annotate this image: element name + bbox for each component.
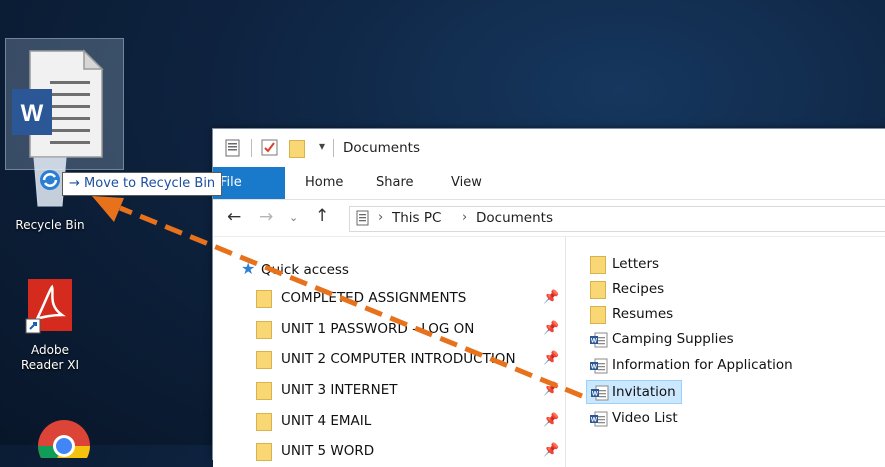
move-arrow-icon: →	[69, 176, 80, 191]
nav-item-unit-4[interactable]: UNIT 4 EMAIL 📌	[253, 409, 563, 435]
pin-icon[interactable]: 📌	[543, 351, 559, 366]
chrome-shortcut[interactable]	[36, 418, 92, 458]
content-pane: Letters Recipes Resumes W Camping Suppli…	[566, 237, 885, 467]
nav-item-unit-1[interactable]: UNIT 1 PASSWORD - LOG ON 📌	[253, 317, 563, 343]
address-row: ← → ⌄ ↑ › This PC › Documents	[213, 200, 885, 237]
tab-file-label: File	[220, 175, 242, 190]
documents-location-icon	[356, 210, 369, 226]
move-to-recycle-bin-tooltip: → Move to Recycle Bin	[62, 172, 223, 196]
pin-icon[interactable]: 📌	[543, 382, 559, 397]
folder-icon	[256, 321, 272, 339]
nav-item-label: UNIT 4 EMAIL	[281, 413, 372, 429]
folder-icon	[256, 382, 272, 400]
tooltip-text: Move to Recycle Bin	[84, 176, 216, 191]
breadcrumb-documents[interactable]: Documents	[476, 210, 553, 226]
tab-home[interactable]: Home	[305, 175, 343, 190]
adobe-label-2: Reader XI	[20, 358, 80, 372]
quick-access-label: Quick access	[261, 262, 349, 278]
folder-icon	[590, 306, 606, 324]
navigation-pane: ★ Quick access COMPLETED ASSIGNMENTS 📌 U…	[213, 237, 566, 467]
title-bar: ▾ Documents	[213, 129, 885, 167]
folder-icon	[256, 443, 272, 461]
svg-text:W: W	[21, 100, 44, 127]
item-label: Video List	[612, 410, 678, 426]
pin-icon[interactable]: 📌	[543, 413, 559, 428]
new-folder-icon[interactable]	[289, 140, 305, 158]
star-icon: ★	[241, 259, 256, 278]
adobe-label-1: Adobe	[31, 343, 69, 357]
adobe-reader-shortcut[interactable]: Adobe Reader XI	[0, 275, 100, 373]
address-bar[interactable]: › This PC › Documents	[349, 206, 885, 232]
recent-locations-icon[interactable]: ⌄	[289, 211, 298, 224]
recycle-bin-label: Recycle Bin	[15, 218, 85, 232]
word-doc-icon: W	[590, 411, 608, 427]
title-separator-2	[333, 139, 334, 157]
word-doc-icon: W	[590, 332, 608, 348]
folder-icon	[256, 290, 272, 308]
checklist-icon[interactable]	[261, 139, 279, 157]
folder-icon	[256, 351, 272, 369]
tab-share[interactable]: Share	[376, 175, 414, 190]
ribbon-tabs: File Home Share View	[213, 167, 885, 200]
item-label: Camping Supplies	[612, 331, 734, 347]
back-icon[interactable]: ←	[227, 207, 241, 227]
quick-access[interactable]: ★ Quick access	[241, 259, 541, 283]
adobe-reader-icon	[25, 279, 72, 334]
file-explorer-window: ▾ Documents File Home Share View ← → ⌄ ↑…	[212, 128, 885, 467]
nav-item-unit-2[interactable]: UNIT 2 COMPUTER INTRODUCTION 📌	[253, 347, 563, 373]
item-label: Recipes	[612, 281, 665, 297]
svg-text:W: W	[591, 364, 598, 371]
item-label: Resumes	[612, 306, 674, 322]
quick-access-dropdown-icon[interactable]: ▾	[319, 139, 325, 153]
pin-icon[interactable]: 📌	[543, 321, 559, 336]
title-separator	[251, 139, 252, 157]
breadcrumb-this-pc[interactable]: This PC	[392, 210, 441, 226]
chrome-icon	[38, 420, 90, 458]
nav-item-label: COMPLETED ASSIGNMENTS	[281, 290, 467, 306]
item-label: Information for Application	[612, 357, 793, 373]
tab-view[interactable]: View	[451, 175, 482, 190]
nav-item-label: UNIT 5 WORD	[281, 443, 375, 459]
nav-item-label: UNIT 2 COMPUTER INTRODUCTION	[281, 351, 516, 367]
breadcrumb-chevron-icon: ›	[378, 210, 384, 225]
nav-item-label: UNIT 3 INTERNET	[281, 382, 398, 398]
up-icon[interactable]: ↑	[315, 206, 329, 226]
nav-item-completed-assignments[interactable]: COMPLETED ASSIGNMENTS 📌	[253, 286, 563, 312]
folder-icon	[590, 256, 606, 274]
word-doc-icon: W	[590, 358, 608, 374]
svg-text:W: W	[591, 338, 598, 345]
word-doc-icon: W	[591, 385, 609, 401]
folder-icon	[256, 413, 272, 431]
properties-icon[interactable]	[225, 139, 241, 157]
breadcrumb-chevron-icon-2: ›	[462, 210, 468, 225]
pin-icon[interactable]: 📌	[543, 290, 559, 305]
folder-icon	[590, 281, 606, 299]
item-label: Letters	[612, 256, 660, 272]
pin-icon[interactable]: 📌	[543, 443, 559, 458]
svg-text:W: W	[592, 391, 599, 398]
tab-file[interactable]: File	[213, 167, 285, 199]
doc-invitation[interactable]: W Invitation	[586, 380, 682, 404]
svg-text:W: W	[591, 417, 598, 424]
forward-icon[interactable]: →	[259, 207, 273, 227]
window-title: Documents	[343, 140, 420, 156]
nav-item-unit-3[interactable]: UNIT 3 INTERNET 📌	[253, 378, 563, 404]
nav-item-unit-5[interactable]: UNIT 5 WORD 📌	[253, 439, 563, 465]
nav-item-label: UNIT 1 PASSWORD - LOG ON	[281, 321, 475, 337]
item-label: Invitation	[612, 384, 676, 400]
